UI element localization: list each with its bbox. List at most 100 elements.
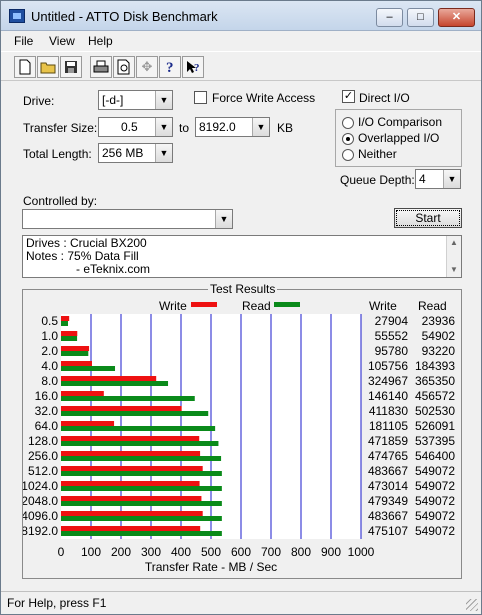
minimize-button[interactable]: – <box>376 8 403 27</box>
queue-depth-select[interactable]: 4 ▼ <box>415 169 461 189</box>
menu-help[interactable]: Help <box>88 34 113 48</box>
to-label: to <box>179 121 190 135</box>
context-help-icon[interactable]: ? <box>182 56 204 78</box>
x-tick-label: 0 <box>58 545 65 559</box>
notes-textarea[interactable]: Drives : Crucial BX200 Notes : 75% Data … <box>22 235 462 278</box>
read-bar <box>61 441 219 446</box>
write-bar <box>61 361 92 366</box>
write-value: 479349 <box>368 494 408 508</box>
io-comparison-radio[interactable] <box>342 117 354 129</box>
read-value: 54902 <box>422 329 456 343</box>
print-preview-icon[interactable] <box>113 56 135 78</box>
notes-scrollbar[interactable]: ▲ ▼ <box>446 236 461 277</box>
write-bar <box>61 376 157 381</box>
transfer-from-select[interactable]: 0.5 ▼ <box>98 117 173 137</box>
y-category-label: 32.0 <box>35 404 59 418</box>
read-bar <box>61 456 222 461</box>
read-bar <box>61 351 89 356</box>
x-tick-label: 600 <box>231 545 251 559</box>
toolbar: ✥ ? ? <box>1 51 481 81</box>
svg-text:?: ? <box>166 60 174 75</box>
read-value: 23936 <box>422 314 456 328</box>
controlled-by-select[interactable]: ▼ <box>22 209 233 229</box>
read-bar <box>61 516 222 521</box>
read-value: 549072 <box>415 509 455 523</box>
controlled-by-label: Controlled by: <box>23 194 98 208</box>
read-value: 549072 <box>415 479 455 493</box>
legend-write-swatch <box>191 302 217 307</box>
write-bar <box>61 316 70 321</box>
drive-label: Drive: <box>23 94 55 108</box>
transfer-size-label: Transfer Size: <box>23 121 98 135</box>
read-value: 537395 <box>415 434 455 448</box>
write-value: 324967 <box>368 374 408 388</box>
help-icon[interactable]: ? <box>159 56 181 78</box>
x-tick-label: 500 <box>201 545 221 559</box>
read-value: 546400 <box>415 449 455 463</box>
chevron-down-icon: ▼ <box>155 91 172 109</box>
menu-bar: File View Help <box>1 31 481 51</box>
write-bar <box>61 511 203 516</box>
write-bar <box>61 391 104 396</box>
column-write-header: Write <box>369 299 397 313</box>
kb-label: KB <box>277 121 294 135</box>
direct-io-label: Direct I/O <box>359 91 410 105</box>
resize-grip[interactable] <box>466 599 478 611</box>
read-value: 549072 <box>415 494 455 508</box>
read-value: 93220 <box>422 344 456 358</box>
move-icon[interactable]: ✥ <box>136 56 158 78</box>
x-tick-label: 1000 <box>348 545 375 559</box>
read-value: 365350 <box>415 374 455 388</box>
write-bar <box>61 406 182 411</box>
neither-label: Neither <box>358 147 397 161</box>
direct-io-checkbox[interactable]: ✓ <box>342 90 355 103</box>
transfer-to-value: 8192.0 <box>199 120 236 134</box>
chevron-down-icon: ▼ <box>215 210 232 228</box>
title-bar[interactable]: Untitled - ATTO Disk Benchmark – □ ✕ <box>1 1 481 31</box>
total-length-select[interactable]: 256 MB ▼ <box>98 143 173 163</box>
write-bar <box>61 526 201 531</box>
y-category-label: 8.0 <box>41 374 58 388</box>
print-icon[interactable] <box>90 56 112 78</box>
write-value: 471859 <box>368 434 408 448</box>
read-bar <box>61 381 169 386</box>
atto-app-icon <box>9 9 25 23</box>
x-axis-title: Transfer Rate - MB / Sec <box>145 560 277 574</box>
menu-view[interactable]: View <box>49 34 75 48</box>
write-bar <box>61 436 200 441</box>
open-folder-icon[interactable] <box>37 56 59 78</box>
write-bar <box>61 496 202 501</box>
read-bar <box>61 366 116 371</box>
write-bar <box>61 481 200 486</box>
transfer-to-select[interactable]: 8192.0 ▼ <box>195 117 270 137</box>
column-read-header: Read <box>418 299 447 313</box>
write-value: 411830 <box>369 404 408 418</box>
write-value: 55552 <box>375 329 409 343</box>
new-file-icon[interactable] <box>14 56 36 78</box>
scroll-down-icon[interactable]: ▼ <box>447 263 461 277</box>
close-button[interactable]: ✕ <box>438 8 475 27</box>
write-value: 181105 <box>369 419 408 433</box>
overlapped-io-label: Overlapped I/O <box>358 131 440 145</box>
total-length-label: Total Length: <box>23 147 92 161</box>
force-write-label: Force Write Access <box>212 91 316 105</box>
scroll-up-icon[interactable]: ▲ <box>447 236 461 250</box>
read-bar <box>61 501 222 506</box>
read-bar <box>61 411 209 416</box>
svg-text:?: ? <box>194 62 200 74</box>
read-value: 549072 <box>415 464 455 478</box>
read-value: 184393 <box>415 359 455 373</box>
x-tick-label: 800 <box>291 545 311 559</box>
read-bar <box>61 486 222 491</box>
legend-read-swatch <box>274 302 300 307</box>
maximize-button[interactable]: □ <box>407 8 434 27</box>
start-button[interactable]: Start <box>394 208 462 228</box>
y-category-label: 0.5 <box>41 314 58 328</box>
neither-radio[interactable] <box>342 149 354 161</box>
menu-file[interactable]: File <box>14 34 33 48</box>
overlapped-io-radio[interactable] <box>342 133 354 145</box>
force-write-checkbox[interactable] <box>194 91 207 104</box>
save-icon[interactable] <box>60 56 82 78</box>
queue-depth-label: Queue Depth: <box>340 173 415 187</box>
drive-select[interactable]: [-d-] ▼ <box>98 90 173 110</box>
